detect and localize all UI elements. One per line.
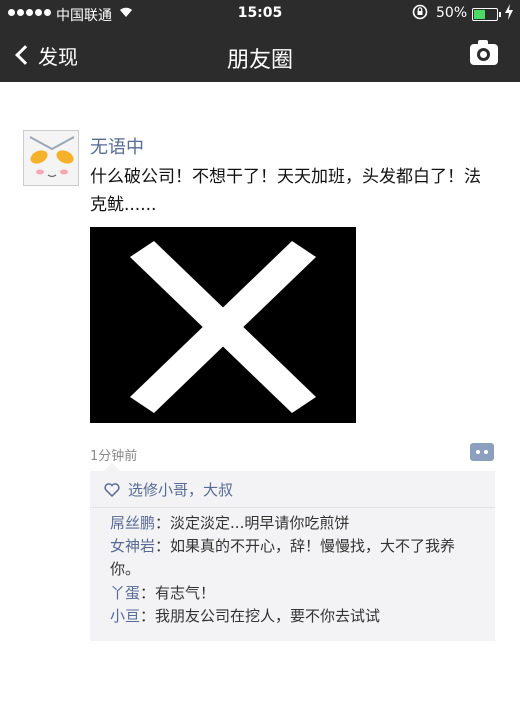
- heart-icon: [104, 482, 120, 497]
- navigation-bar: 发现 朋友圈: [0, 30, 520, 82]
- comment-separator: ：: [155, 537, 171, 555]
- post-image[interactable]: [90, 227, 356, 423]
- rotation-lock-icon: [412, 4, 428, 24]
- author-name[interactable]: 无语中: [90, 133, 144, 159]
- divider: [90, 507, 495, 508]
- comment-item[interactable]: 丫蛋：有志气！: [110, 582, 485, 605]
- commenter-name[interactable]: 小亘: [110, 607, 140, 625]
- charging-icon: [504, 4, 514, 24]
- status-bar: 中国联通 15:05 50%: [0, 0, 520, 30]
- battery-percent: 50%: [436, 5, 468, 21]
- comment-item[interactable]: 屌丝鹏：淡定淡定...明早请你吃煎饼: [110, 512, 485, 535]
- commenter-name[interactable]: 丫蛋: [110, 584, 140, 602]
- camera-icon[interactable]: [470, 40, 498, 65]
- commenter-name[interactable]: 屌丝鹏: [110, 514, 155, 532]
- commenter-name[interactable]: 女神岩: [110, 537, 155, 555]
- likes-names[interactable]: 选修小哥，大叔: [128, 479, 233, 500]
- comment-separator: ：: [140, 607, 156, 625]
- post-timestamp: 1分钟前: [90, 449, 138, 464]
- likes-row: 选修小哥，大叔: [104, 479, 233, 500]
- comments-panel: 选修小哥，大叔 屌丝鹏：淡定淡定...明早请你吃煎饼 女神岩：如果真的不开心，辞…: [90, 463, 495, 641]
- comment-text: 淡定淡定...明早请你吃煎饼: [170, 514, 350, 532]
- top-bar: 中国联通 15:05 50% 发现 朋友圈: [0, 0, 520, 82]
- comment-separator: ：: [155, 514, 171, 532]
- battery-icon: [472, 8, 501, 21]
- comment-text: 有志气！: [155, 584, 216, 602]
- post-text: 什么破公司！不想干了！天天加班，头发都白了！法克鱿......: [90, 167, 481, 215]
- comment-item[interactable]: 女神岩：如果真的不开心，辞！慢慢找，大不了我养你。: [110, 535, 485, 581]
- comment-icon[interactable]: [470, 443, 494, 461]
- avatar[interactable]: [23, 130, 79, 186]
- comment-item[interactable]: 小亘：我朋友公司在挖人，要不你去试试: [110, 605, 485, 628]
- comment-text: 我朋友公司在挖人，要不你去试试: [155, 607, 381, 625]
- comment-separator: ：: [140, 584, 156, 602]
- page-title: 朋友圈: [226, 48, 293, 73]
